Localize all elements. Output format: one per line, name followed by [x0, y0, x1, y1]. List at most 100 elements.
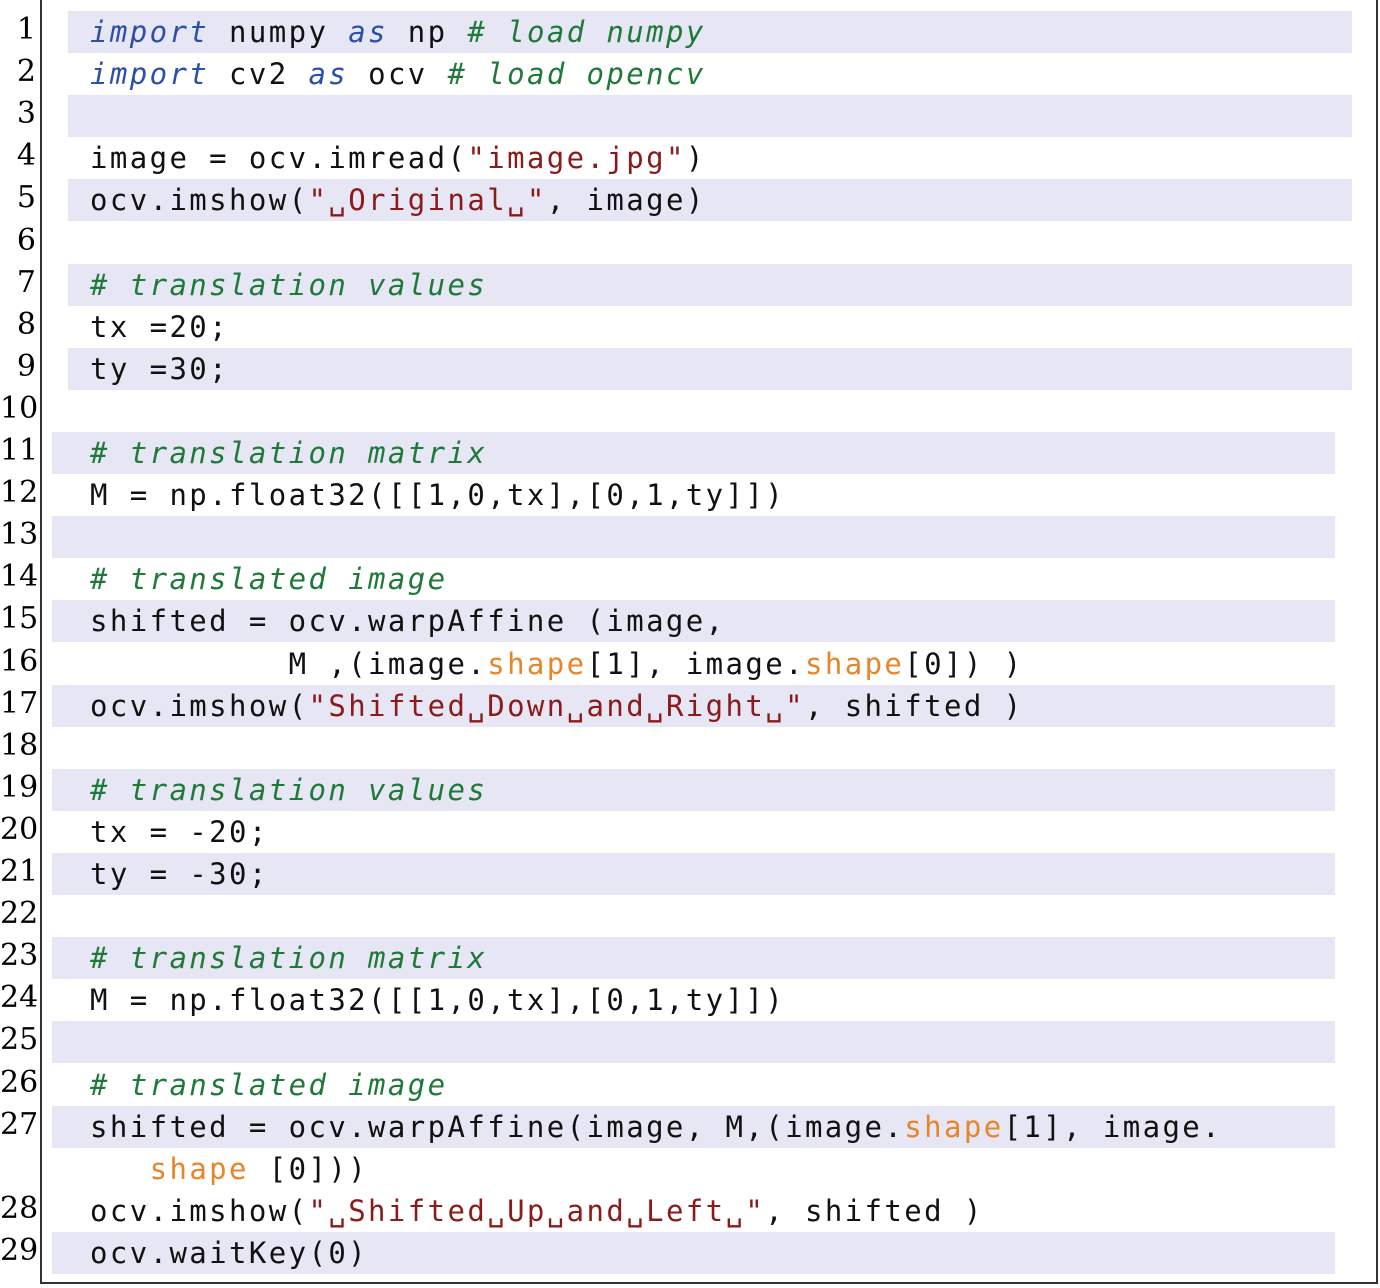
code-token: as — [348, 15, 388, 49]
code-token: shape — [804, 646, 905, 681]
code-line: # translated image — [90, 558, 447, 600]
code-token: ocv.imshow( — [90, 1193, 309, 1228]
code-line: ty =30; — [90, 348, 229, 390]
code-token: shape — [904, 1109, 1004, 1144]
line-number: 5 — [16, 180, 36, 216]
line-number: 25 — [0, 1022, 39, 1058]
code-token: M ,(image. — [90, 646, 488, 681]
line-number: 3 — [16, 96, 36, 132]
code-token: numpy — [209, 15, 349, 49]
code-line: # translation values — [90, 769, 487, 811]
code-token: , shifted ) — [804, 688, 1024, 723]
code-token: tx =20; — [90, 309, 230, 344]
code-token: as — [308, 57, 349, 92]
line-number: 14 — [0, 559, 39, 595]
code-line: # translation matrix — [90, 937, 487, 979]
code-token: # translation values — [90, 772, 488, 807]
line-number: 13 — [0, 517, 39, 553]
code-line-highlight — [68, 95, 1352, 138]
line-number: 8 — [16, 306, 36, 342]
line-number: 16 — [0, 643, 39, 679]
code-line: import numpy as np # load numpy — [90, 11, 706, 53]
line-number: 2 — [16, 54, 36, 90]
line-number: 9 — [16, 348, 36, 384]
code-token: ocv.imshow( — [90, 183, 309, 218]
code-token: ty = -30; — [90, 857, 269, 891]
code-line: import cv2 as ocv # load opencv — [90, 53, 706, 95]
code-token: tx = -20; — [90, 814, 269, 849]
code-token: # load opencv — [447, 57, 706, 92]
code-line: shape [0])) — [90, 1148, 368, 1190]
line-number: 20 — [0, 811, 39, 847]
line-number: 26 — [0, 1064, 39, 1100]
code-token: np — [387, 15, 468, 49]
line-number: 18 — [0, 727, 39, 763]
code-token: # translated image — [90, 562, 448, 597]
line-number: 1 — [16, 12, 36, 47]
line-number: 23 — [0, 938, 39, 974]
code-line: ocv.waitKey(0) — [90, 1232, 368, 1274]
code-token: [1], image. — [1003, 1109, 1223, 1144]
code-line: # translation matrix — [90, 432, 487, 474]
code-line-highlight — [52, 516, 1335, 559]
code-line: ocv.imshow("␣Shifted␣Up␣and␣Left␣", shif… — [90, 1190, 984, 1232]
code-line: shifted = ocv.warpAffine(image, M,(image… — [90, 1106, 1222, 1148]
code-line: # translation values — [90, 264, 487, 306]
code-token: shape — [149, 1151, 249, 1186]
code-line: ocv.imshow("Shifted␣Down␣and␣Right␣", sh… — [90, 685, 1023, 727]
code-token: # load numpy — [467, 15, 706, 49]
code-token: # translated image — [90, 1067, 448, 1102]
code-token: shifted = ocv.warpAffine (image, — [90, 604, 726, 639]
code-token: [0]) ) — [904, 646, 1024, 681]
code-listing: 1 import numpy as np # load numpy 2 import … — [0, 0, 1380, 1288]
line-number: 10 — [0, 390, 39, 426]
line-number: 19 — [0, 769, 39, 805]
code-token: shifted = ocv.warpAffine(image, M,(image… — [90, 1109, 905, 1144]
code-token: ocv.imshow( — [90, 688, 309, 723]
code-line: ocv.imshow("␣Original␣", image) — [90, 179, 706, 221]
code-token: , shifted ) — [765, 1193, 984, 1228]
code-token: "␣Shifted␣Up␣and␣Left␣" — [308, 1193, 766, 1228]
code-token: "image.jpg" — [467, 141, 686, 176]
code-line-highlight — [52, 1021, 1335, 1064]
code-token: "Shifted␣Down␣and␣Right␣" — [308, 688, 805, 723]
line-number: 24 — [0, 980, 39, 1016]
code-token: ocv.waitKey(0) — [90, 1235, 369, 1270]
line-number: 7 — [16, 264, 36, 300]
code-token: [1], image. — [586, 646, 805, 681]
code-line: shifted = ocv.warpAffine (image, — [90, 600, 726, 642]
code-line: # translated image — [90, 1064, 447, 1106]
code-line-highlight — [68, 347, 1352, 390]
code-line: M = np.float32([[1,0,tx],[0,1,ty]]) — [90, 979, 785, 1021]
code-token: M = np.float32([[1,0,tx],[0,1,ty]]) — [90, 478, 786, 513]
code-token: ty =30; — [90, 351, 230, 386]
line-number: 15 — [0, 601, 39, 637]
code-line: ty = -30; — [90, 853, 269, 895]
line-number: 28 — [0, 1190, 39, 1226]
line-number: 6 — [16, 222, 36, 258]
code-token: # translation matrix — [90, 436, 488, 470]
code-token: # translation matrix — [90, 941, 488, 976]
code-line: M ,(image.shape[1], image.shape[0]) ) — [90, 643, 1023, 685]
code-token: import — [90, 15, 210, 49]
code-line: image = ocv.imread("image.jpg") — [90, 137, 706, 179]
code-token: shape — [487, 646, 587, 681]
code-token: ) — [685, 141, 706, 176]
code-token: image = ocv.imread( — [90, 141, 468, 176]
code-line: tx =20; — [90, 306, 229, 348]
code-token: [0])) — [248, 1151, 369, 1186]
line-number: 12 — [0, 475, 39, 511]
code-line: tx = -20; — [90, 811, 269, 853]
line-number: 29 — [0, 1232, 39, 1268]
code-token: cv2 — [209, 57, 309, 92]
code-token: M = np.float32([[1,0,tx],[0,1,ty]]) — [90, 983, 786, 1018]
code-token: # translation values — [90, 267, 488, 302]
line-number: 17 — [0, 685, 39, 721]
line-number: 27 — [0, 1106, 39, 1142]
line-number: 11 — [0, 433, 39, 468]
line-number: 21 — [0, 854, 39, 889]
line-number: 4 — [16, 138, 36, 174]
code-token: import — [90, 57, 210, 92]
line-number: 22 — [0, 896, 39, 932]
